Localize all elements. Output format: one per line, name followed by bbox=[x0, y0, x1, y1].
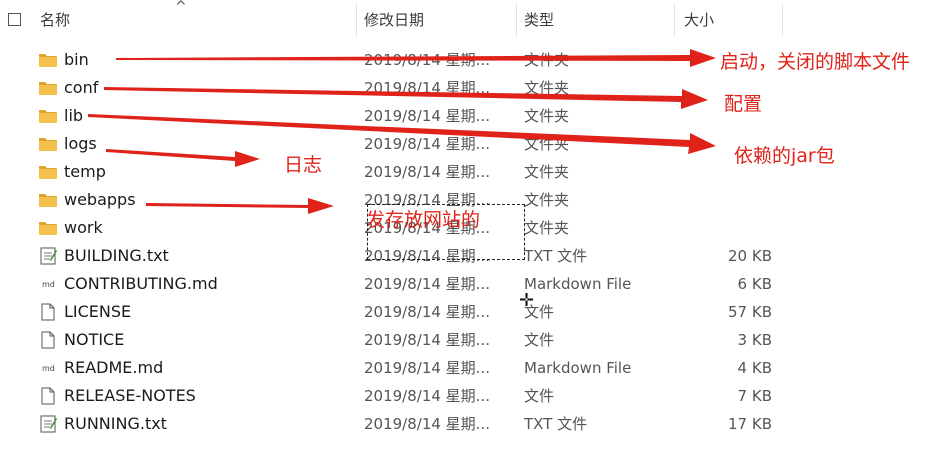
column-divider[interactable] bbox=[674, 4, 675, 36]
folder-icon bbox=[38, 162, 58, 182]
column-header-date[interactable]: 修改日期 bbox=[364, 0, 424, 40]
file-name: RELEASE-NOTES bbox=[64, 386, 196, 405]
file-name: NOTICE bbox=[64, 330, 125, 349]
blank-file-icon bbox=[38, 386, 58, 406]
file-date: 2019/8/14 星期... bbox=[364, 79, 490, 97]
file-row[interactable]: LICENSE 2019/8/14 星期... 文件 57 KB bbox=[0, 298, 790, 326]
file-date: 2019/8/14 星期... bbox=[364, 387, 490, 405]
file-name: work bbox=[64, 218, 103, 237]
file-size: 20 KB bbox=[728, 247, 772, 265]
file-type: 文件夹 bbox=[524, 79, 570, 97]
select-all-checkbox[interactable] bbox=[8, 13, 21, 26]
file-date: 2019/8/14 星期... bbox=[364, 51, 490, 69]
file-date: 2019/8/14 星期... bbox=[364, 359, 490, 377]
file-row[interactable]: temp 2019/8/14 星期... 文件夹 bbox=[0, 158, 790, 186]
column-divider[interactable] bbox=[356, 4, 357, 36]
file-type: 文件夹 bbox=[524, 135, 570, 153]
file-date: 2019/8/14 星期... bbox=[364, 303, 490, 321]
folder-icon bbox=[38, 50, 58, 70]
file-date: 2019/8/14 星期... bbox=[364, 275, 490, 293]
file-size: 7 KB bbox=[737, 387, 772, 405]
file-size: 57 KB bbox=[728, 303, 772, 321]
file-type: 文件夹 bbox=[524, 163, 570, 181]
crosshair-cursor-icon: ✛ bbox=[519, 290, 535, 311]
folder-icon bbox=[38, 190, 58, 210]
annotation-conf: 配置 bbox=[724, 93, 763, 115]
file-name: conf bbox=[64, 78, 99, 97]
file-size: 6 KB bbox=[737, 275, 772, 293]
svg-text:md: md bbox=[42, 364, 55, 373]
file-row[interactable]: NOTICE 2019/8/14 星期... 文件 3 KB bbox=[0, 326, 790, 354]
folder-icon bbox=[38, 218, 58, 238]
file-name: RUNNING.txt bbox=[64, 414, 167, 433]
file-name: lib bbox=[64, 106, 84, 125]
markdown-file-icon: md bbox=[38, 274, 58, 294]
file-type: 文件夹 bbox=[524, 51, 570, 69]
column-divider[interactable] bbox=[516, 4, 517, 36]
file-type: 文件夹 bbox=[524, 219, 570, 237]
file-name: BUILDING.txt bbox=[64, 246, 169, 265]
file-name: LICENSE bbox=[64, 302, 132, 321]
column-header-bar: ^ 名称 修改日期 类型 大小 bbox=[0, 0, 941, 40]
folder-icon bbox=[38, 134, 58, 154]
selection-rectangle bbox=[367, 204, 525, 260]
file-type: 文件夹 bbox=[524, 107, 570, 125]
file-type: 文件 bbox=[524, 331, 555, 349]
file-size: 17 KB bbox=[728, 415, 772, 433]
annotation-bin: 启动，关闭的脚本文件 bbox=[720, 51, 911, 73]
file-type: TXT 文件 bbox=[524, 247, 588, 265]
file-row[interactable]: conf 2019/8/14 星期... 文件夹 bbox=[0, 74, 790, 102]
text-file-icon bbox=[38, 414, 58, 434]
blank-file-icon bbox=[38, 330, 58, 350]
file-type: Markdown File bbox=[524, 275, 632, 293]
file-row[interactable]: md CONTRIBUTING.md 2019/8/14 星期... Markdown… bbox=[0, 270, 790, 298]
folder-icon bbox=[38, 106, 58, 126]
file-name: CONTRIBUTING.md bbox=[64, 274, 218, 293]
sort-ascending-icon: ^ bbox=[175, 0, 187, 15]
annotation-logs: 日志 bbox=[284, 154, 323, 176]
column-header-type[interactable]: 类型 bbox=[524, 0, 554, 40]
svg-text:md: md bbox=[42, 280, 55, 289]
file-name: README.md bbox=[64, 358, 164, 377]
file-date: 2019/8/14 星期... bbox=[364, 415, 490, 433]
file-row[interactable]: RUNNING.txt 2019/8/14 星期... TXT 文件 17 KB bbox=[0, 410, 790, 438]
file-name: temp bbox=[64, 162, 106, 181]
column-divider[interactable] bbox=[782, 4, 783, 36]
file-size: 3 KB bbox=[737, 331, 772, 349]
file-name: logs bbox=[64, 134, 97, 153]
file-type: Markdown File bbox=[524, 359, 632, 377]
file-date: 2019/8/14 星期... bbox=[364, 107, 490, 125]
markdown-file-icon: md bbox=[38, 358, 58, 378]
file-date: 2019/8/14 星期... bbox=[364, 331, 490, 349]
file-date: 2019/8/14 星期... bbox=[364, 163, 490, 181]
annotation-lib: 依赖的jar包 bbox=[734, 145, 835, 167]
file-size: 4 KB bbox=[737, 359, 772, 377]
folder-icon bbox=[38, 78, 58, 98]
column-header-name[interactable]: 名称 bbox=[40, 0, 70, 40]
file-name: bin bbox=[64, 50, 89, 69]
file-type: 文件 bbox=[524, 387, 555, 405]
file-type: 文件夹 bbox=[524, 191, 570, 209]
file-type: TXT 文件 bbox=[524, 415, 588, 433]
file-date: 2019/8/14 星期... bbox=[364, 135, 490, 153]
file-row[interactable]: md README.md 2019/8/14 星期... Markdown File 4… bbox=[0, 354, 790, 382]
file-row[interactable]: logs 2019/8/14 星期... 文件夹 bbox=[0, 130, 790, 158]
blank-file-icon bbox=[38, 302, 58, 322]
file-name: webapps bbox=[64, 190, 136, 209]
file-row[interactable]: RELEASE-NOTES 2019/8/14 星期... 文件 7 KB bbox=[0, 382, 790, 410]
column-header-size[interactable]: 大小 bbox=[684, 0, 714, 40]
file-row[interactable]: bin 2019/8/14 星期... 文件夹 bbox=[0, 46, 790, 74]
text-file-icon bbox=[38, 246, 58, 266]
file-row[interactable]: lib 2019/8/14 星期... 文件夹 bbox=[0, 102, 790, 130]
